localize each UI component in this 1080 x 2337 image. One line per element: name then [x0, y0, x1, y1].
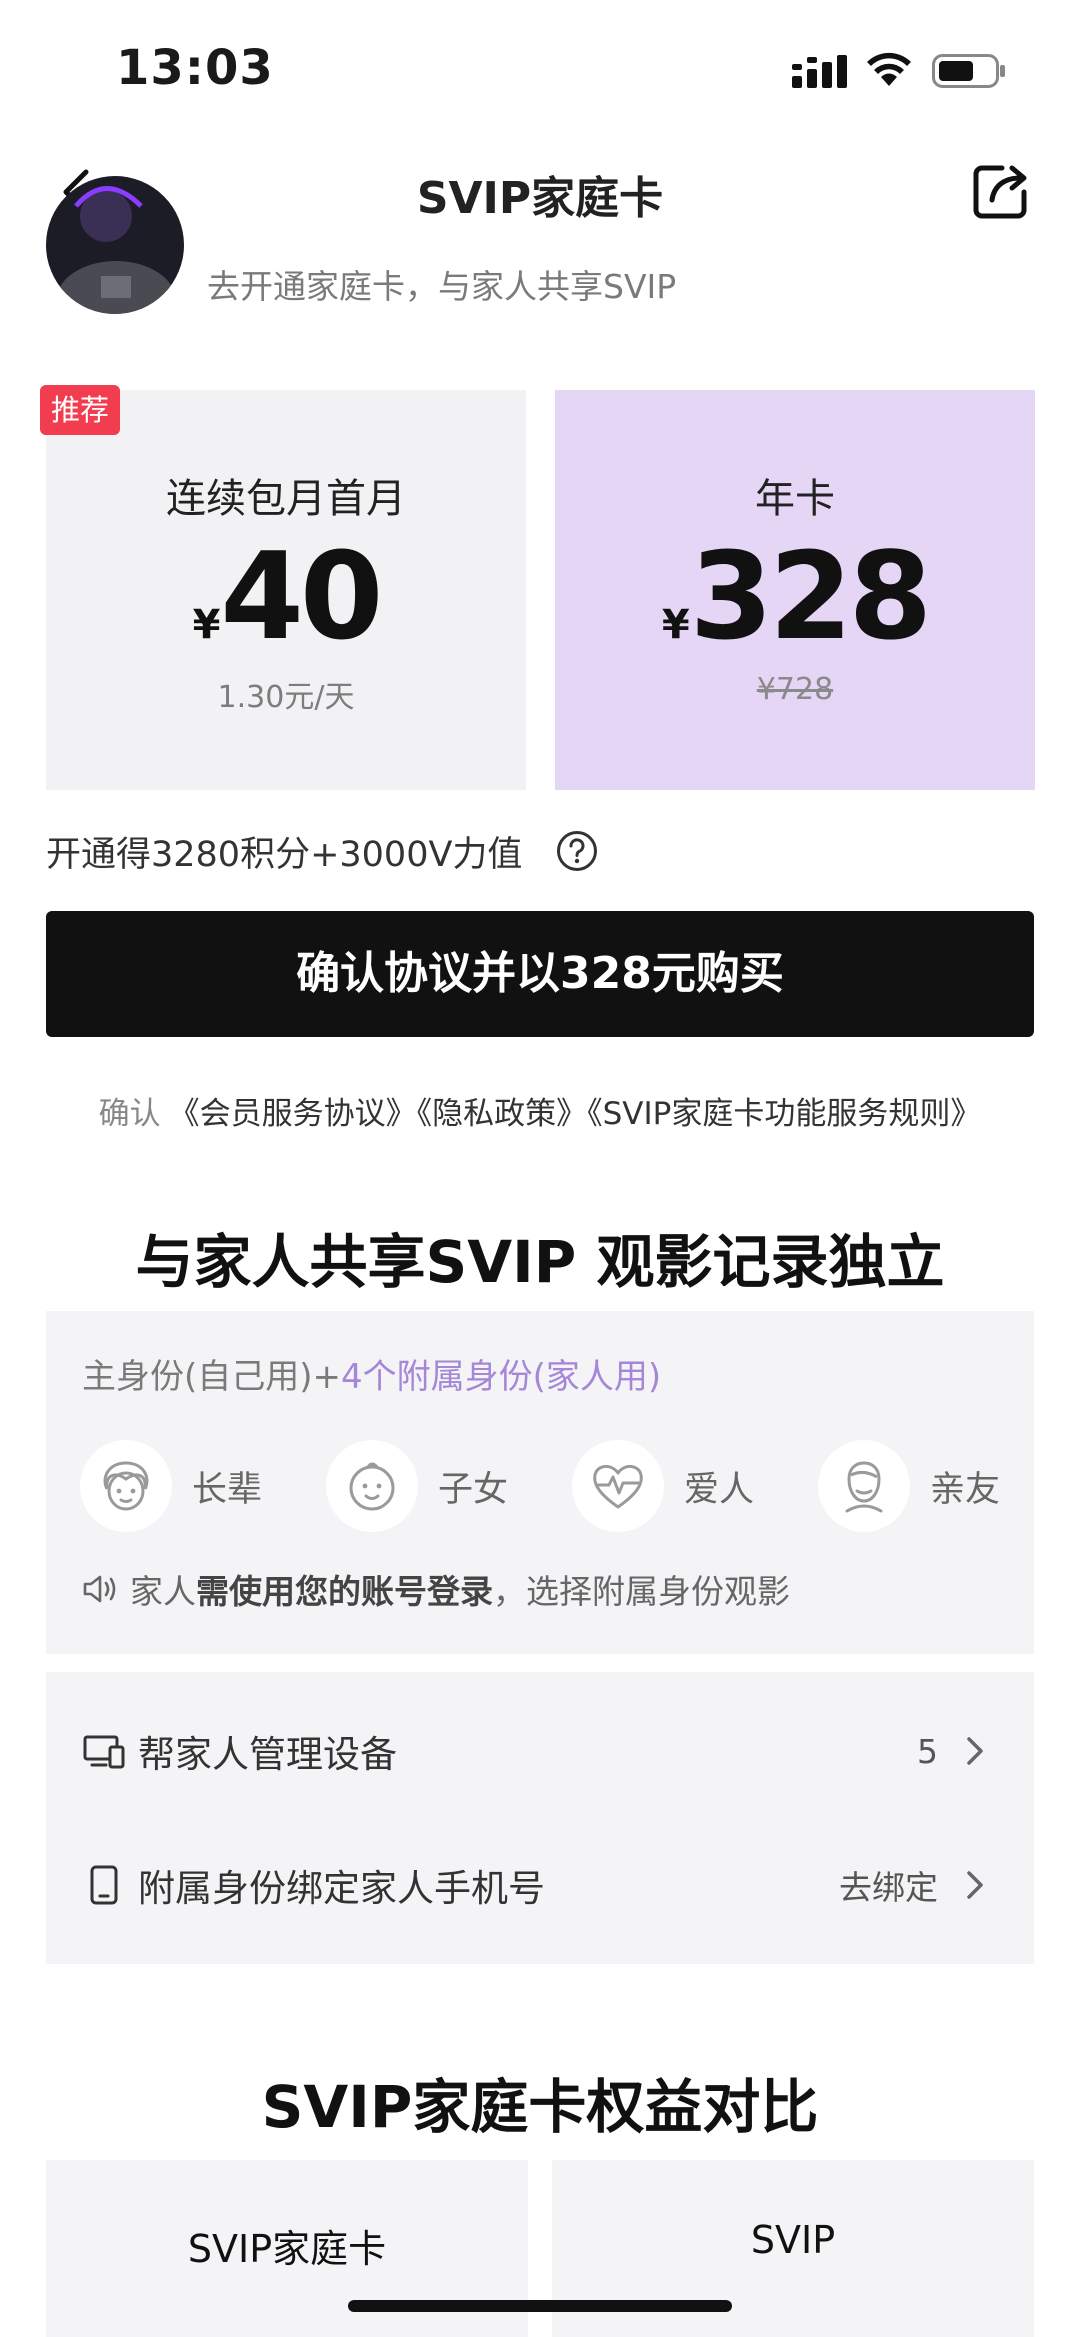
device-count: 5 — [917, 1731, 938, 1771]
hint-bold: 需使用您的账号登录 — [196, 1572, 493, 1611]
hint-prefix: 家人 — [130, 1572, 196, 1611]
signal-icon — [792, 55, 847, 88]
wifi-icon — [867, 52, 911, 86]
member-agreement-link[interactable]: 《会员服务协议》 — [169, 1096, 417, 1132]
confirm-purchase-button[interactable]: 确认协议并以328元购买 — [46, 911, 1034, 1037]
heart-icon — [572, 1440, 664, 1532]
plan-original-price: ¥728 — [555, 672, 1035, 707]
management-list: 帮家人管理设备 5 附属身份绑定家人手机号 去绑定 — [46, 1672, 1034, 1964]
agreements-prefix: 确认 — [98, 1096, 161, 1132]
chevron-right-icon — [967, 1871, 983, 1899]
plan-name: 年卡 — [755, 476, 835, 522]
user-subtitle: 去开通家庭卡，与家人共享SVIP — [207, 267, 677, 306]
manage-devices-row[interactable]: 帮家人管理设备 5 — [46, 1684, 1034, 1818]
original-price-text: ¥728 — [756, 672, 834, 707]
currency-symbol: ¥ — [661, 602, 690, 648]
plan-name: 连续包月首月 — [166, 476, 406, 522]
role-list: 长辈 子女 爱人 亲友 — [80, 1439, 1020, 1533]
role-label: 亲友 — [930, 1469, 1001, 1510]
child-icon — [326, 1440, 418, 1532]
help-icon[interactable] — [556, 830, 598, 872]
bind-action: 去绑定 — [839, 1868, 938, 1907]
chevron-right-icon — [967, 1737, 983, 1765]
share-desc-highlight: 4个附属身份(家人用) — [341, 1357, 662, 1397]
home-indicator[interactable] — [348, 2300, 732, 2312]
share-description: 主身份(自己用)+4个附属身份(家人用) — [82, 1349, 661, 1398]
plan-price: 40 — [220, 528, 383, 667]
points-text: 开通得3280积分+3000V力值 — [46, 834, 523, 875]
speaker-icon — [83, 1575, 116, 1603]
manage-label: 帮家人管理设备 — [138, 1733, 397, 1776]
hint-suffix: ，选择附属身份观影 — [493, 1572, 790, 1611]
plan-daily-price: 1.30元/天 — [217, 680, 355, 715]
manage-label: 附属身份绑定家人手机号 — [138, 1867, 545, 1910]
share-info-box: 主身份(自己用)+4个附属身份(家人用) 长辈 子女 爱人 亲友 家人 需使用您… — [46, 1311, 1034, 1654]
bind-phone-row[interactable]: 附属身份绑定家人手机号 去绑定 — [46, 1818, 1034, 1952]
status-bar: 13:03 — [0, 0, 1080, 140]
plan-price-row: ¥328 — [555, 528, 1035, 667]
share-hint: 家人 需使用您的账号登录 ，选择附属身份观影 — [82, 1565, 790, 1613]
role-elder: 长辈 — [80, 1439, 262, 1533]
role-label: 长辈 — [192, 1469, 263, 1510]
phone-icon — [90, 1865, 118, 1905]
compare-section-title: SVIP家庭卡权益对比 — [261, 2073, 819, 2141]
compare-column-header: SVIP家庭卡 — [187, 2227, 387, 2271]
role-label: 爱人 — [684, 1469, 755, 1510]
avatar — [46, 176, 184, 314]
points-row: 开通得3280积分+3000V力值 — [46, 826, 598, 876]
role-child: 子女 — [326, 1439, 508, 1533]
role-friend: 亲友 — [818, 1439, 1000, 1533]
devices-icon — [83, 1735, 125, 1769]
plan-price: 328 — [689, 528, 932, 667]
elder-icon — [80, 1440, 172, 1532]
share-section-title: 与家人共享SVIP 观影记录独立 — [135, 1228, 945, 1296]
friend-icon — [818, 1440, 910, 1532]
recommend-badge: 推荐 — [40, 385, 120, 435]
plan-card-annual[interactable]: 年卡 ¥328 ¥728 — [555, 390, 1035, 790]
agreements-row: 确认 《会员服务协议》《隐私政策》《SVIP家庭卡功能服务规则》 — [0, 1088, 1080, 1133]
status-time: 13:03 — [116, 40, 274, 96]
role-label: 子女 — [438, 1469, 509, 1510]
currency-symbol: ¥ — [192, 602, 221, 648]
page: 13:03 SVIP家庭卡 去开通家庭卡，与家人共享SVIP 连续包月首月 ¥4… — [0, 0, 1080, 2337]
battery-icon — [932, 54, 1005, 88]
share-icon[interactable] — [966, 156, 1036, 226]
privacy-policy-link[interactable]: 《隐私政策》 — [417, 1096, 588, 1132]
plan-price-row: ¥40 — [46, 528, 526, 667]
role-partner: 爱人 — [572, 1439, 754, 1533]
plan-card-monthly[interactable]: 连续包月首月 ¥40 1.30元/天 — [46, 390, 526, 790]
compare-column-header: SVIP — [750, 2218, 836, 2262]
share-desc-main: 主身份(自己用)+ — [82, 1357, 342, 1397]
family-card-rules-link[interactable]: 《SVIP家庭卡功能服务规则》 — [587, 1096, 981, 1132]
